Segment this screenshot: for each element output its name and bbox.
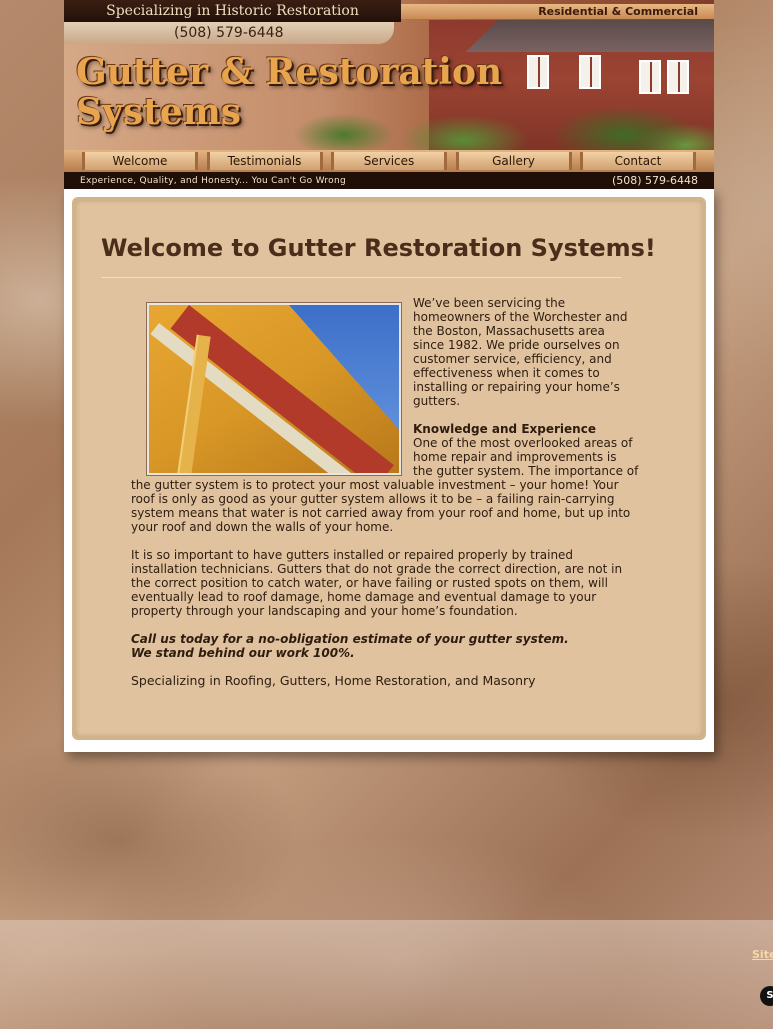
- window: [527, 55, 549, 89]
- specializing-text: Specializing in Roofing, Gutters, Home R…: [131, 673, 536, 688]
- nav-contact[interactable]: Contact: [580, 152, 696, 170]
- header-phone: (508) 579-6448: [64, 22, 394, 44]
- site-logo-title[interactable]: Gutter & Restoration Systems: [76, 52, 502, 132]
- nav-gallery[interactable]: Gallery: [455, 152, 572, 170]
- title-line-1: Gutter & Restoration: [76, 51, 503, 93]
- callout-line-2: We stand behind our work 100%.: [131, 646, 355, 660]
- site-header: Specializing in Historic Restoration (50…: [64, 0, 714, 150]
- window: [579, 55, 601, 89]
- header-banner-left: Specializing in Historic Restoration: [64, 0, 401, 22]
- main-nav: Welcome Testimonials Services Gallery Co…: [64, 150, 714, 172]
- header-banner-right: Residential & Commercial: [401, 4, 714, 19]
- importance-paragraph: It is so important to have gutters insta…: [131, 548, 623, 618]
- title-line-2: Systems: [76, 91, 242, 133]
- page-wrapper: Specializing in Historic Restoration (50…: [64, 0, 714, 752]
- social-badge-icon[interactable]: S: [760, 986, 773, 1006]
- window: [639, 60, 661, 94]
- nav-welcome[interactable]: Welcome: [82, 152, 198, 170]
- tagline-bar: Experience, Quality, and Honesty... You …: [64, 172, 714, 189]
- nav-services[interactable]: Services: [331, 152, 447, 170]
- page-title: Welcome to Gutter Restoration Systems!: [101, 234, 656, 262]
- callout-text: Call us today for a no-obligation estima…: [131, 632, 639, 660]
- nav-testimonials[interactable]: Testimonials: [206, 152, 323, 170]
- tagline-phone: (508) 579-6448: [611, 174, 698, 187]
- divider: [101, 277, 621, 278]
- sitemap-link[interactable]: Site: [752, 948, 773, 961]
- tagline-text: Experience, Quality, and Honesty... You …: [80, 175, 347, 186]
- content-area: Welcome to Gutter Restoration Systems! W…: [64, 189, 714, 752]
- window: [667, 60, 689, 94]
- content-panel: Welcome to Gutter Restoration Systems! W…: [72, 197, 706, 740]
- body-text: We’ve been servicing the homeowners of t…: [131, 296, 639, 702]
- callout-line-1: Call us today for a no-obligation estima…: [131, 632, 569, 646]
- footer-band: [0, 920, 773, 1029]
